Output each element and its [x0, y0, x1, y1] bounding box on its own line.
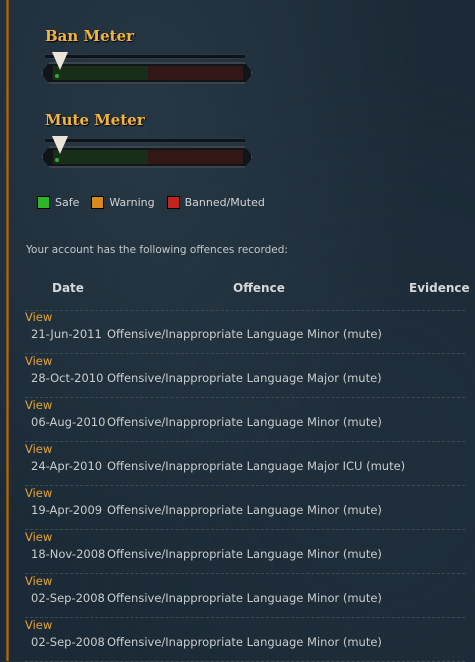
table-row: 02-Sep-2008 Offensive/Inappropriate Lang… [25, 574, 465, 618]
meter-legend: Safe Warning Banned/Muted [37, 195, 277, 209]
warning-swatch-icon [91, 195, 105, 209]
table-row: 28-Oct-2010 Offensive/Inappropriate Lang… [25, 354, 465, 398]
legend-item-warning: Warning [91, 195, 155, 209]
ban-meter [35, 50, 253, 90]
table-row: 06-Aug-2010 Offensive/Inappropriate Lang… [25, 398, 465, 442]
row-date: 21-Jun-2011 [31, 327, 102, 341]
row-offence: Offensive/Inappropriate Language Minor (… [107, 415, 382, 429]
row-offence: Offensive/Inappropriate Language Minor (… [107, 591, 382, 605]
legend-item-banned-muted: Banned/Muted [166, 195, 265, 209]
safe-swatch-icon [37, 195, 50, 209]
view-evidence-link[interactable]: View [25, 354, 52, 368]
row-date: 28-Oct-2010 [31, 371, 104, 385]
row-date: 18-Nov-2008 [31, 547, 106, 561]
view-evidence-link[interactable]: View [25, 574, 52, 588]
banned-swatch-icon [166, 195, 180, 209]
ban-meter-title: Ban Meter [45, 27, 135, 45]
legend-label: Safe [55, 195, 80, 209]
table-row: 21-Jun-2011 Offensive/Inappropriate Lang… [25, 310, 465, 354]
table-row: 18-Nov-2008 Offensive/Inappropriate Lang… [25, 530, 465, 574]
mute-meter [35, 134, 253, 174]
header-date: Date [52, 281, 84, 295]
view-evidence-link[interactable]: View [25, 398, 52, 412]
row-offence: Offensive/Inappropriate Language Minor (… [107, 547, 382, 561]
legend-item-safe: Safe [37, 195, 80, 209]
row-offence: Offensive/Inappropriate Language Major I… [107, 459, 406, 473]
legend-label: Warning [109, 195, 155, 209]
row-offence: Offensive/Inappropriate Language Major (… [107, 371, 382, 385]
view-evidence-link[interactable]: View [25, 486, 52, 500]
row-offence: Offensive/Inappropriate Language Minor (… [107, 503, 382, 517]
legend-label: Banned/Muted [184, 195, 265, 209]
table-header: Date Offence Evidence [25, 274, 470, 311]
table-row: 02-Sep-2008 Offensive/Inappropriate Lang… [25, 618, 465, 662]
view-evidence-link[interactable]: View [25, 442, 52, 456]
row-date: 02-Sep-2008 [31, 635, 105, 649]
table-row: 19-Apr-2009 Offensive/Inappropriate Lang… [25, 486, 465, 530]
row-date: 19-Apr-2009 [31, 503, 103, 517]
view-evidence-link[interactable]: View [25, 310, 52, 324]
header-evidence: Evidence [409, 281, 470, 295]
row-date: 02-Sep-2008 [31, 591, 105, 605]
offences-intro: Your account has the following offences … [26, 244, 288, 256]
table-row: 24-Apr-2010 Offensive/Inappropriate Lang… [25, 442, 465, 486]
mute-meter-title: Mute Meter [45, 111, 145, 129]
row-date: 06-Aug-2010 [31, 415, 106, 429]
header-offence: Offence [233, 281, 285, 295]
row-offence: Offensive/Inappropriate Language Minor (… [107, 327, 382, 341]
row-offence: Offensive/Inappropriate Language Minor (… [107, 635, 382, 649]
left-border [6, 0, 9, 661]
view-evidence-link[interactable]: View [25, 530, 52, 544]
view-evidence-link[interactable]: View [25, 618, 52, 632]
row-date: 24-Apr-2010 [31, 459, 103, 473]
